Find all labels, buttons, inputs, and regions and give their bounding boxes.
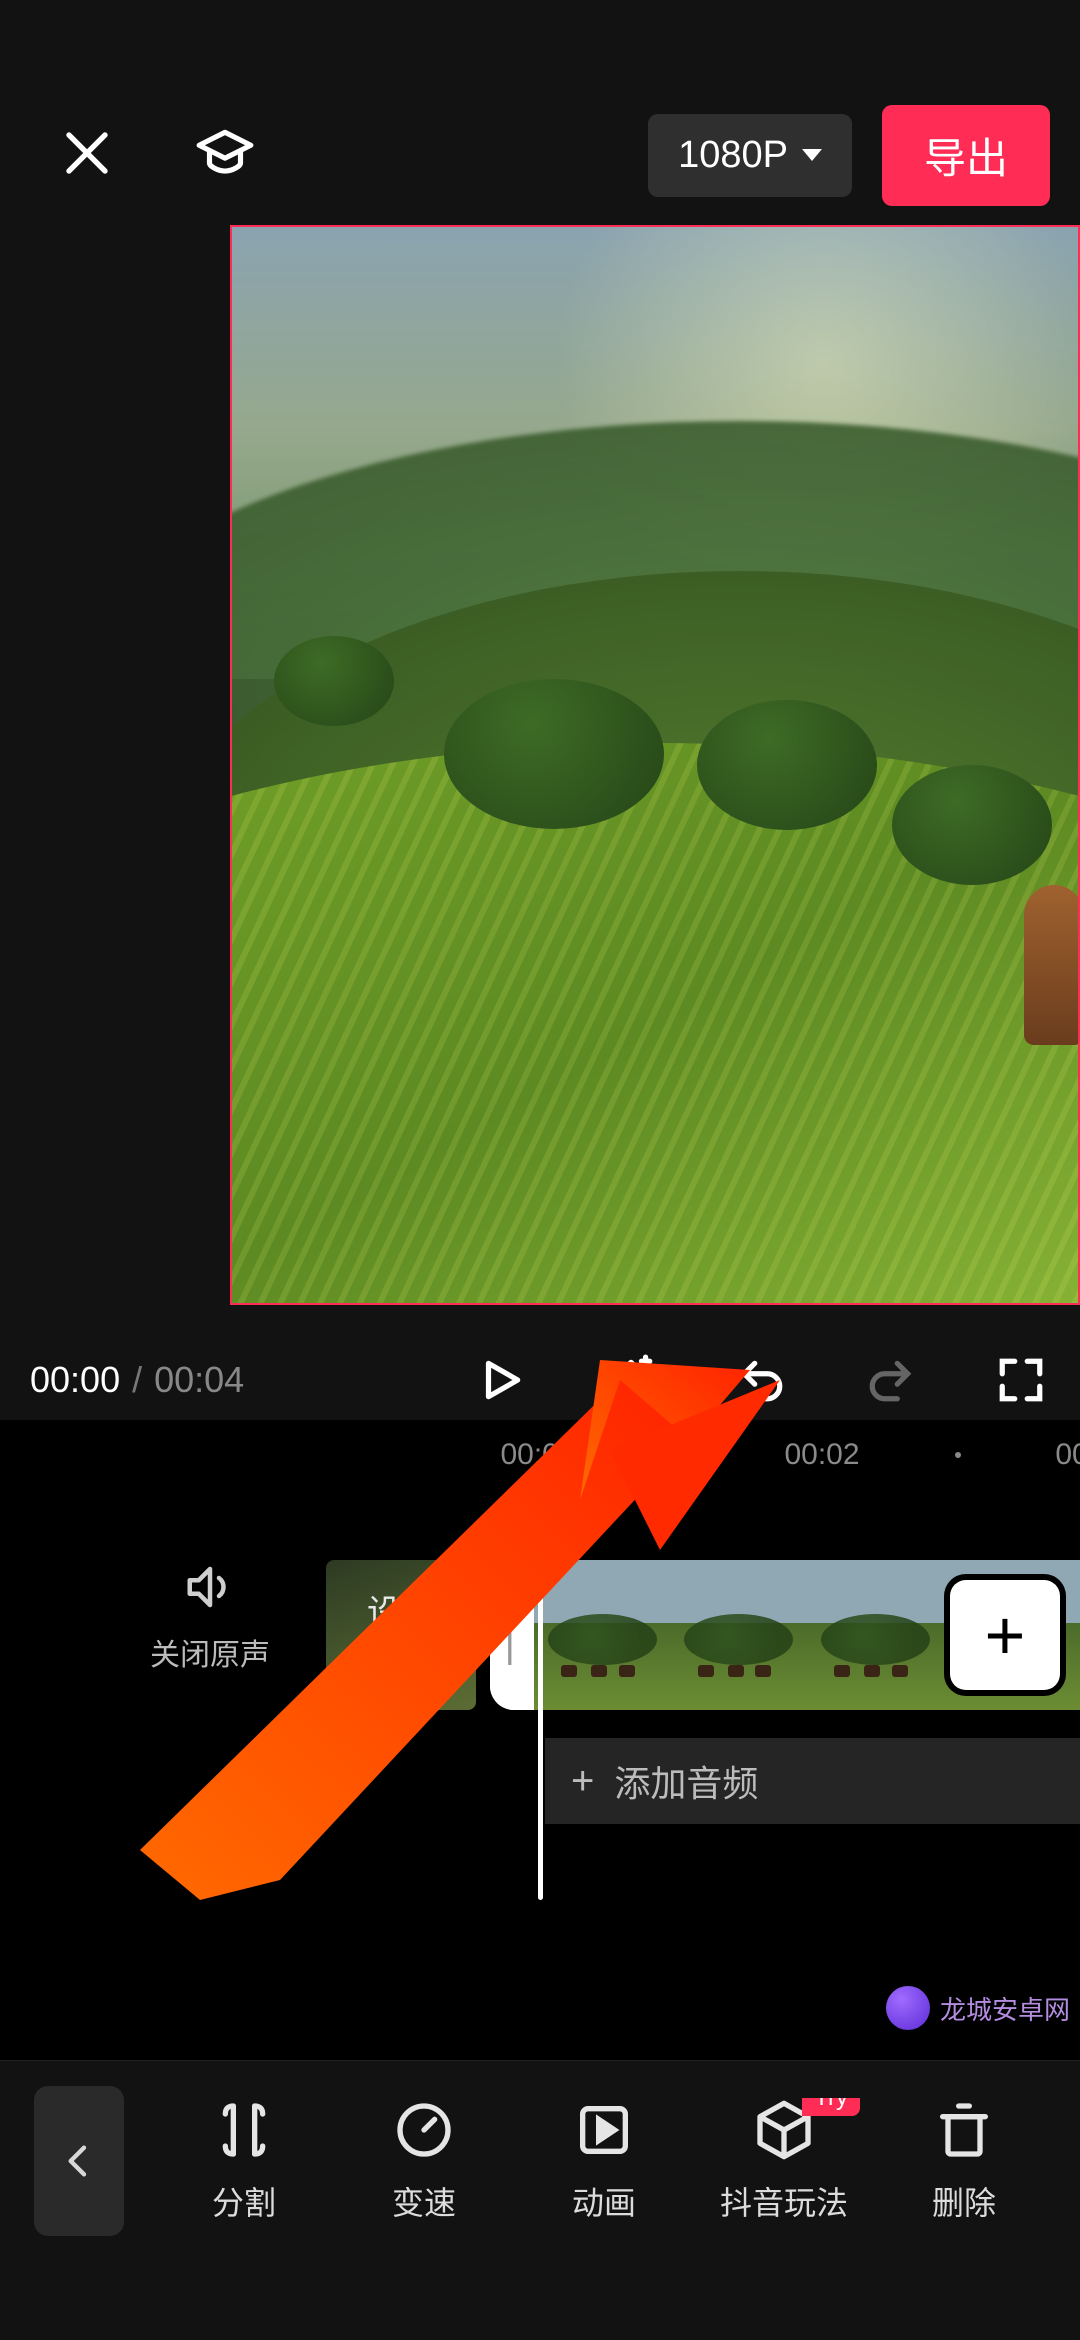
tool-lens[interactable]: 镜头 (1054, 2098, 1080, 2224)
ruler-dot (677, 1452, 683, 1458)
add-audio-button[interactable]: + 添加音频 (545, 1738, 1080, 1824)
plus-icon: + (571, 1759, 594, 1804)
fullscreen-button[interactable] (992, 1351, 1050, 1409)
cover-label-line: 封面 (367, 1638, 435, 1676)
tool-label: 删除 (932, 2178, 996, 2224)
video-preview[interactable] (230, 225, 1080, 1305)
tool-animation[interactable]: 动画 (514, 2098, 694, 2224)
ruler-tick-label: 00:00 (500, 1438, 575, 1472)
playhead[interactable] (538, 1490, 543, 1900)
tool-douyin-effects[interactable]: Try 抖音玩法 (694, 2098, 874, 2224)
tutorial-icon[interactable] (194, 122, 256, 189)
try-badge: Try (802, 2098, 860, 2116)
add-clip-button[interactable]: + (950, 1580, 1060, 1690)
dropdown-caret-icon (802, 149, 822, 161)
time-ruler[interactable]: 00:00 00:02 00 (0, 1438, 1080, 1488)
transport-bar: 00:00 / 00:04 (0, 1335, 1080, 1425)
toolbar-back-button[interactable] (34, 2086, 124, 2236)
current-time: 00:00 (30, 1359, 120, 1401)
watermark: 龙城安卓网 (886, 1986, 1070, 2030)
set-cover-button[interactable]: 设置 封面 (326, 1560, 476, 1710)
add-audio-label: 添加音频 (614, 1755, 758, 1807)
top-bar: 1080P 导出 (0, 100, 1080, 210)
resolution-label: 1080P (678, 134, 788, 177)
mute-label: 关闭原声 (150, 1630, 270, 1674)
tool-label: 抖音玩法 (720, 2178, 848, 2224)
redo-button[interactable] (862, 1351, 920, 1409)
preview-frame (232, 227, 1078, 1303)
cover-label-line: 设置 (367, 1594, 435, 1632)
play-button[interactable] (472, 1351, 530, 1409)
animation-icon (572, 2098, 636, 2162)
watermark-icon (886, 1986, 930, 2030)
trash-icon (932, 2098, 996, 2162)
ruler-tick-label: 00:02 (784, 1438, 859, 1472)
resolution-button[interactable]: 1080P (648, 114, 852, 197)
total-time: 00:04 (154, 1359, 244, 1401)
speed-icon (392, 2098, 456, 2162)
bottom-toolbar: 分割 变速 动画 Try 抖音玩法 删除 (0, 2060, 1080, 2260)
tool-label: 分割 (212, 2178, 276, 2224)
chevron-left-icon (59, 2141, 99, 2181)
time-readout: 00:00 / 00:04 (30, 1359, 244, 1401)
ruler-dot (955, 1452, 961, 1458)
export-button[interactable]: 导出 (882, 105, 1050, 206)
tool-label: 变速 (392, 2178, 456, 2224)
tool-label: 动画 (572, 2178, 636, 2224)
clip-left-handle[interactable]: │ (490, 1560, 534, 1710)
time-separator: / (132, 1359, 142, 1401)
split-icon (212, 2098, 276, 2162)
keyframe-button[interactable] (602, 1351, 660, 1409)
tool-split[interactable]: 分割 (154, 2098, 334, 2224)
tool-speed[interactable]: 变速 (334, 2098, 514, 2224)
tool-delete[interactable]: 删除 (874, 2098, 1054, 2224)
ruler-tick-label: 00 (1055, 1438, 1080, 1472)
watermark-text: 龙城安卓网 (940, 1990, 1070, 2027)
close-icon[interactable] (60, 126, 114, 185)
mute-original-audio-button[interactable]: 关闭原声 (150, 1560, 270, 1674)
speaker-icon (183, 1560, 237, 1614)
undo-button[interactable] (732, 1351, 790, 1409)
